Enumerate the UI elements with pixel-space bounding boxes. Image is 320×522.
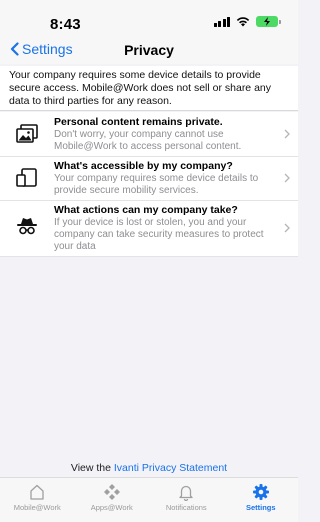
tab-notifications[interactable]: Notifications bbox=[151, 483, 221, 512]
tab-settings[interactable]: Settings bbox=[226, 483, 296, 512]
devices-icon bbox=[0, 160, 54, 187]
privacy-list: Personal content remains private. Don't … bbox=[0, 112, 298, 257]
tab-apps-at-work[interactable]: Apps@Work bbox=[77, 483, 147, 512]
row-title: Personal content remains private. bbox=[54, 116, 223, 128]
apps-icon bbox=[103, 484, 120, 500]
nav-bar: Settings Privacy bbox=[0, 34, 298, 64]
gear-icon bbox=[252, 484, 269, 500]
tab-label: Mobile@Work bbox=[13, 503, 61, 512]
battery-icon bbox=[256, 16, 281, 27]
page-title: Privacy bbox=[124, 42, 174, 58]
tab-bar: Mobile@Work Apps@Work Notifications Sett… bbox=[0, 477, 298, 522]
row-accessible[interactable]: What's accessible by my company? Your co… bbox=[0, 156, 298, 200]
status-icons bbox=[213, 16, 281, 27]
chevron-right-icon bbox=[284, 173, 290, 183]
row-actions[interactable]: What actions can my company take? If you… bbox=[0, 200, 298, 257]
privacy-statement-link[interactable]: Ivanti Privacy Statement bbox=[114, 462, 227, 474]
row-title: What's accessible by my company? bbox=[54, 160, 233, 172]
row-description: Your company requires some device detail… bbox=[54, 173, 259, 196]
photos-icon bbox=[0, 116, 54, 143]
home-icon bbox=[30, 484, 44, 500]
status-time: 8:43 bbox=[50, 16, 81, 33]
footer-prefix: View the bbox=[70, 462, 114, 474]
intro-text: Your company requires some device detail… bbox=[0, 66, 298, 111]
row-title: What actions can my company take? bbox=[54, 204, 238, 216]
tab-mobile-at-work[interactable]: Mobile@Work bbox=[2, 483, 72, 512]
row-personal-content[interactable]: Personal content remains private. Don't … bbox=[0, 112, 298, 156]
chevron-right-icon bbox=[284, 129, 290, 139]
wifi-icon bbox=[236, 17, 250, 27]
chevron-right-icon bbox=[284, 223, 290, 233]
privacy-statement-footer: View the Ivanti Privacy Statement bbox=[0, 462, 298, 474]
tab-label: Apps@Work bbox=[90, 503, 133, 512]
row-description: Don't worry, your company cannot use Mob… bbox=[54, 129, 242, 152]
bell-icon bbox=[179, 485, 193, 501]
signal-icon bbox=[213, 16, 230, 27]
incognito-icon bbox=[0, 204, 54, 237]
row-description: If your device is lost or stolen, you an… bbox=[54, 217, 264, 252]
tab-label: Settings bbox=[245, 503, 276, 512]
tab-label: Notifications bbox=[165, 503, 207, 512]
status-bar: 8:43 bbox=[0, 0, 298, 34]
